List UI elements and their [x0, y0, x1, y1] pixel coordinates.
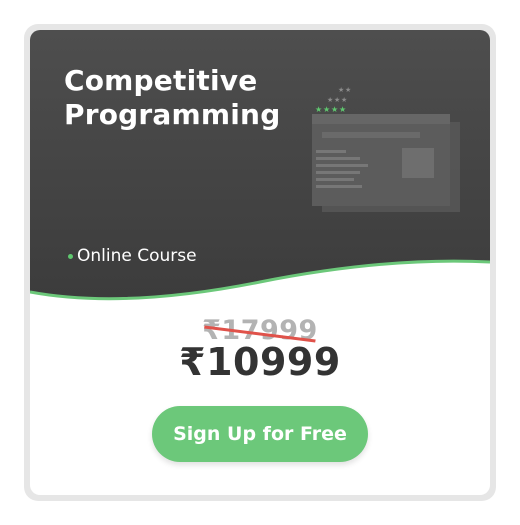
course-type-label: Online Course	[77, 246, 197, 266]
svg-text:★: ★	[345, 86, 351, 94]
course-title-line-2: Programming	[64, 98, 281, 131]
svg-text:★: ★	[341, 96, 347, 104]
svg-text:★: ★	[327, 96, 333, 104]
sign-up-button[interactable]: Sign Up for Free	[152, 406, 368, 462]
svg-text:★: ★	[339, 105, 346, 114]
svg-text:★: ★	[323, 105, 330, 114]
card-hero: ★ ★ ★ ★ ★ ★ ★ ★ ★ Competitive Programmin…	[30, 30, 490, 330]
svg-text:★: ★	[331, 105, 338, 114]
svg-text:★: ★	[334, 96, 340, 104]
course-card-frame: ★ ★ ★ ★ ★ ★ ★ ★ ★ Competitive Programmin…	[24, 24, 496, 501]
svg-text:★: ★	[315, 105, 322, 114]
bullet-dot-icon	[68, 253, 73, 259]
current-price: ₹10999	[179, 340, 341, 384]
course-title-line-1: Competitive	[64, 64, 258, 97]
course-type: Online Course	[68, 246, 197, 266]
svg-text:★: ★	[338, 86, 344, 94]
course-title: Competitive Programming	[64, 64, 280, 132]
course-card[interactable]: ★ ★ ★ ★ ★ ★ ★ ★ ★ Competitive Programmin…	[30, 30, 490, 495]
